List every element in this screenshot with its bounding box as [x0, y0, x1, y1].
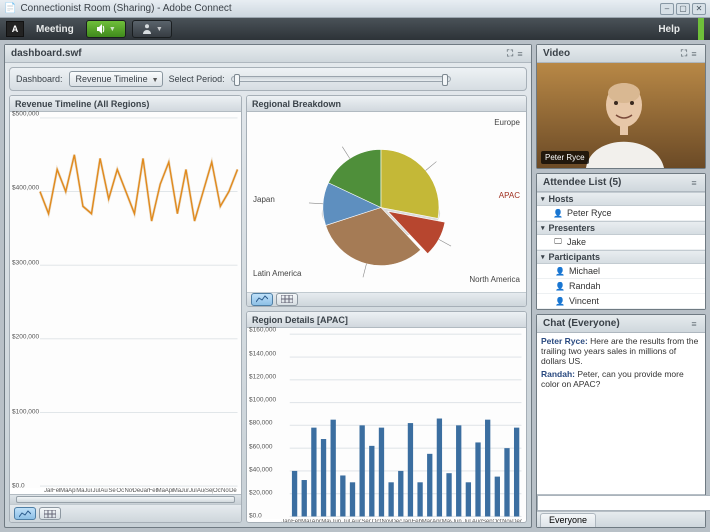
close-button[interactable]: ✕ [692, 3, 706, 15]
grid-view-button[interactable] [39, 507, 61, 520]
pod-fullscreen-icon[interactable]: ⛶ [505, 48, 515, 59]
chart-view-button[interactable] [251, 293, 273, 306]
pod-options-icon[interactable]: ≡ [515, 49, 525, 59]
app-menubar: A Meeting ▼ ▼ Help [0, 18, 710, 40]
speaker-icon [96, 23, 106, 35]
chat-tab-everyone[interactable]: Everyone [540, 513, 596, 527]
attendee-group-participants[interactable]: ▾Participants [537, 250, 705, 264]
line-chart-icon [19, 510, 31, 518]
chat-title: Chat (Everyone) [543, 318, 620, 329]
regional-breakdown-chart: Europe APAC North America Latin America … [247, 112, 526, 292]
chevron-down-icon: ▾ [541, 253, 545, 261]
share-pod: dashboard.swf ⛶ ≡ Dashboard: Revenue Tim… [4, 44, 532, 528]
share-title: dashboard.swf [11, 48, 82, 59]
pie-label-japan: Japan [253, 195, 275, 204]
right-column: Video ⛶ ≡ Peter Ryce [536, 44, 706, 528]
slider-handle-start[interactable] [234, 74, 240, 86]
window-titlebar: 📄 Connectionist Room (Sharing) - Adobe C… [0, 0, 710, 18]
revenue-timeline-title: Revenue Timeline (All Regions) [10, 96, 241, 112]
period-slider[interactable] [231, 76, 451, 82]
connection-indicator [698, 18, 704, 40]
attendee-pod: Attendee List (5) ≡ ▾Hosts 👤Peter Ryce ▾… [536, 173, 706, 310]
grid-icon [44, 510, 56, 518]
region-details-xaxis: JanFebMarAprMayJunJulAugSepOctNovDecJanF… [247, 519, 526, 523]
pie-label-na: North America [469, 275, 520, 284]
share-pod-header: dashboard.swf ⛶ ≡ [5, 45, 531, 63]
revenue-timeline-panel: Revenue Timeline (All Regions) $0.0$100,… [9, 95, 242, 523]
chat-input[interactable] [537, 495, 710, 511]
revenue-timeline-chart: $0.0$100,000$200,000$300,000$400,000$500… [10, 112, 241, 488]
app-icon: 📄 [4, 3, 16, 14]
attendee-list: ▾Hosts 👤Peter Ryce ▾Presenters 🖵Jake ▾Pa… [537, 192, 705, 309]
participant-icon: 👤 [555, 281, 565, 291]
chart-view-button[interactable] [14, 507, 36, 520]
maximize-button[interactable]: ▢ [676, 3, 690, 15]
chevron-down-icon: ▾ [541, 224, 545, 232]
host-icon: 👤 [553, 208, 563, 218]
period-label: Select Period: [169, 74, 225, 84]
attendee-group-presenters[interactable]: ▾Presenters [537, 221, 705, 235]
scroll-thumb[interactable] [16, 496, 235, 503]
video-stream[interactable]: Peter Ryce [537, 63, 705, 168]
regional-view-toggle [247, 292, 526, 306]
help-menu[interactable]: Help [650, 22, 688, 37]
pod-options-icon[interactable]: ≡ [689, 319, 699, 329]
chat-tabbar: Everyone [537, 511, 705, 527]
chat-log: Peter Ryce: Here are the results from th… [537, 333, 705, 494]
attendee-item[interactable]: 👤Randah [537, 279, 705, 294]
chat-pod: Chat (Everyone) ≡ Peter Ryce: Here are t… [536, 314, 706, 528]
dashboard-select[interactable]: Revenue Timeline [69, 71, 163, 87]
pod-options-icon[interactable]: ≡ [689, 49, 699, 59]
minimize-button[interactable]: – [660, 3, 674, 15]
chevron-down-icon: ▾ [541, 195, 545, 203]
workspace: dashboard.swf ⛶ ≡ Dashboard: Revenue Tim… [0, 40, 710, 532]
line-chart-icon [256, 295, 268, 303]
charts-row: Revenue Timeline (All Regions) $0.0$100,… [9, 95, 527, 523]
participant-icon: 👤 [555, 296, 565, 306]
attendee-item[interactable]: 👤Peter Ryce [537, 206, 705, 221]
pod-fullscreen-icon[interactable]: ⛶ [679, 48, 689, 59]
video-name-plate: Peter Ryce [541, 151, 589, 164]
chevron-down-icon: ▼ [109, 26, 116, 33]
attendee-item[interactable]: 👤Vincent [537, 294, 705, 309]
regional-breakdown-panel: Regional Breakdown Europe APAC North Ame… [246, 95, 527, 307]
chat-message: Randah: Peter, can you provide more colo… [541, 369, 701, 389]
raise-hand-button[interactable]: ▼ [132, 20, 172, 38]
attendee-count: (5) [609, 177, 621, 188]
right-charts-col: Regional Breakdown Europe APAC North Ame… [246, 95, 527, 523]
presenter-icon: 🖵 [553, 237, 563, 247]
attendee-item[interactable]: 🖵Jake [537, 235, 705, 250]
region-details-panel: Region Details [APAC] $0.0$20,000$40,000… [246, 311, 527, 523]
video-pod: Video ⛶ ≡ Peter Ryce [536, 44, 706, 169]
slider-handle-end[interactable] [442, 74, 448, 86]
pod-options-icon[interactable]: ≡ [689, 178, 699, 188]
pie-label-europe: Europe [494, 118, 520, 127]
meeting-menu[interactable]: Meeting [30, 22, 80, 37]
revenue-timeline-scroll[interactable] [10, 494, 241, 504]
attendee-title: Attendee List [543, 177, 606, 188]
chat-input-row [537, 494, 705, 511]
region-details-chart: $0.0$20,000$40,000$60,000$80,000$100,000… [247, 328, 526, 519]
person-icon [141, 23, 153, 35]
chat-message: Peter Ryce: Here are the results from th… [541, 336, 701, 366]
grid-view-button[interactable] [276, 293, 298, 306]
dashboard-body: Dashboard: Revenue Timeline Select Perio… [5, 63, 531, 527]
revenue-timeline-view-toggle [10, 504, 241, 522]
region-details-title: Region Details [APAC] [247, 312, 526, 328]
video-pod-title: Video [543, 48, 570, 59]
grid-icon [281, 295, 293, 303]
audio-button[interactable]: ▼ [86, 20, 126, 38]
regional-breakdown-title: Regional Breakdown [247, 96, 526, 112]
adobe-logo-icon: A [6, 21, 24, 37]
participant-icon: 👤 [555, 266, 565, 276]
dashboard-toolbar: Dashboard: Revenue Timeline Select Perio… [9, 67, 527, 91]
chevron-down-icon: ▼ [156, 26, 163, 33]
window-buttons: – ▢ ✕ [660, 3, 706, 15]
pie-label-la: Latin America [253, 269, 301, 278]
window-title: Connectionist Room (Sharing) - Adobe Con… [20, 3, 656, 14]
dashboard-label: Dashboard: [16, 74, 63, 84]
attendee-group-hosts[interactable]: ▾Hosts [537, 192, 705, 206]
attendee-item[interactable]: 👤Michael [537, 264, 705, 279]
pie-label-apac: APAC [499, 191, 520, 200]
